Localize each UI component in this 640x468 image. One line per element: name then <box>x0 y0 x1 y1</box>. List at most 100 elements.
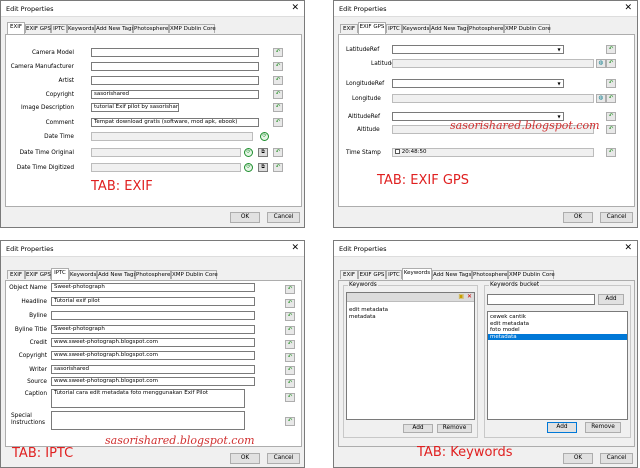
object-name-field[interactable]: Sweet-photograph <box>51 283 255 292</box>
reset-icon[interactable]: ↶ <box>606 112 616 121</box>
reset-icon[interactable]: ↶ <box>285 285 295 294</box>
tab-add-new-tags[interactable]: Add New Tags <box>432 270 472 279</box>
tab-iptc[interactable]: IPTC <box>51 268 69 280</box>
tab-exif-gps[interactable]: EXIF GPS <box>358 22 386 34</box>
tab-exif[interactable]: EXIF <box>340 24 358 33</box>
refresh-icon[interactable]: ⟳ <box>260 132 269 141</box>
close-icon[interactable]: ✕ <box>291 243 299 253</box>
tab-add-new-tags[interactable]: Add New Tags <box>430 24 469 33</box>
tab-exif-gps[interactable]: EXIF GPS <box>358 270 386 279</box>
reset-icon[interactable]: ↶ <box>606 79 616 88</box>
tab-exif-gps[interactable]: EXIF GPS <box>25 270 51 279</box>
tab-iptc[interactable]: IPTC <box>51 24 67 33</box>
credit-field[interactable]: www.sweet-photograph.blogspot.com <box>51 338 255 347</box>
tab-add-new-tags[interactable]: Add New Tags <box>95 24 134 33</box>
reset-icon[interactable]: ↶ <box>606 59 616 68</box>
date-time-field[interactable] <box>91 132 253 141</box>
tab-exif-gps[interactable]: EXIF GPS <box>25 24 51 33</box>
add-keyword-button[interactable]: Add <box>403 424 433 433</box>
reset-icon[interactable]: ↶ <box>273 48 283 57</box>
reset-icon[interactable]: ↶ <box>273 62 283 71</box>
tab-keywords[interactable]: Keywords <box>67 24 95 33</box>
tab-photosphere[interactable]: Photosphere <box>468 24 504 33</box>
reset-icon[interactable]: ↶ <box>285 366 295 375</box>
reset-icon[interactable]: ↶ <box>285 353 295 362</box>
reset-icon[interactable]: ↶ <box>273 90 283 99</box>
reset-icon[interactable]: ↶ <box>273 76 283 85</box>
copy-icon[interactable]: ⧉ <box>258 148 268 157</box>
reset-icon[interactable]: ↶ <box>273 163 283 172</box>
latitude-ref-select[interactable]: ▼ <box>392 45 564 54</box>
close-icon[interactable]: ✕ <box>624 243 632 253</box>
longitude-field[interactable] <box>392 94 594 103</box>
image-description-field[interactable]: tutorial Exif pilot by sasorishared <box>91 103 179 112</box>
date-time-original-field[interactable] <box>91 148 241 157</box>
artist-field[interactable] <box>91 76 259 85</box>
tab-xmp-dublin-core[interactable]: XMP Dublin Core <box>508 270 555 279</box>
globe-icon[interactable]: ◍ <box>596 59 606 68</box>
tab-keywords[interactable]: Keywords <box>402 24 430 33</box>
add-button[interactable]: Add <box>547 422 577 433</box>
reset-icon[interactable]: ↶ <box>285 340 295 349</box>
reset-icon[interactable]: ↶ <box>273 103 283 112</box>
tab-keywords[interactable]: Keywords <box>69 270 97 279</box>
camera-manufacturer-field[interactable] <box>91 62 259 71</box>
tab-exif[interactable]: EXIF <box>7 22 25 34</box>
copyright-field[interactable]: www.sweet-photograph.blogspot.com <box>51 351 255 360</box>
refresh-icon[interactable]: ⟳ <box>244 163 253 172</box>
byline-field[interactable] <box>51 311 255 320</box>
ok-button[interactable]: OK <box>563 212 593 223</box>
remove-button[interactable]: Remove <box>585 422 621 433</box>
tab-photosphere[interactable]: Photosphere <box>135 270 171 279</box>
tab-iptc[interactable]: IPTC <box>386 24 402 33</box>
time-stamp-checkbox[interactable] <box>395 149 400 154</box>
refresh-icon[interactable]: ⟳ <box>244 148 253 157</box>
copy-icon[interactable]: ⧉ <box>258 163 268 172</box>
cancel-button[interactable]: Cancel <box>600 453 633 464</box>
add-bucket-button[interactable]: Add <box>598 294 624 305</box>
cancel-button[interactable]: Cancel <box>267 212 300 223</box>
reset-icon[interactable]: ↶ <box>273 148 283 157</box>
reset-icon[interactable]: ↶ <box>285 326 295 335</box>
camera-model-field[interactable] <box>91 48 259 57</box>
tab-add-new-tags[interactable]: Add New Tags <box>97 270 136 279</box>
headline-field[interactable]: Tutorial exif pilot <box>51 297 255 306</box>
tab-xmp-dublin-core[interactable]: XMP Dublin Core <box>171 270 218 279</box>
longitude-ref-select[interactable]: ▼ <box>392 79 564 88</box>
reset-icon[interactable]: ↶ <box>606 148 616 157</box>
reset-icon[interactable]: ↶ <box>285 379 295 388</box>
copyright-field[interactable]: sasorishared <box>91 90 259 99</box>
writer-field[interactable]: sasorishared <box>51 365 255 374</box>
ok-button[interactable]: OK <box>230 212 260 223</box>
latitude-field[interactable] <box>392 59 594 68</box>
ok-button[interactable]: OK <box>563 453 593 464</box>
time-stamp-field[interactable]: 20:48:50 <box>392 148 594 157</box>
reset-icon[interactable]: ↶ <box>273 118 283 127</box>
tab-exif[interactable]: EXIF <box>340 270 358 279</box>
reset-icon[interactable]: ↶ <box>285 312 295 321</box>
remove-keyword-button[interactable]: Remove <box>437 424 472 433</box>
reset-icon[interactable]: ↶ <box>285 393 295 402</box>
reset-icon[interactable]: ↶ <box>606 45 616 54</box>
caption-field[interactable]: Tutorial cara edit metadata foto menggun… <box>51 389 245 408</box>
tab-xmp-dublin-core[interactable]: XMP Dublin Core <box>504 24 551 33</box>
source-field[interactable]: www.sweet-photograph.blogspot.com <box>51 377 255 386</box>
keywords-bucket-list[interactable]: cewek cantik edit metadata foto model me… <box>487 311 628 420</box>
cancel-button[interactable]: Cancel <box>267 453 300 464</box>
special-instructions-field[interactable] <box>51 411 245 430</box>
reset-icon[interactable]: ↶ <box>606 125 616 134</box>
tab-photosphere[interactable]: Photosphere <box>472 270 508 279</box>
list-item[interactable]: metadata <box>347 314 474 321</box>
ok-button[interactable]: OK <box>230 453 260 464</box>
tab-exif[interactable]: EXIF <box>7 270 25 279</box>
tab-xmp-dublin-core[interactable]: XMP Dublin Core <box>169 24 216 33</box>
close-icon[interactable]: ✕ <box>291 3 299 13</box>
tab-photosphere[interactable]: Photosphere <box>133 24 169 33</box>
reset-icon[interactable]: ↶ <box>285 417 295 426</box>
close-icon[interactable]: ✕ <box>467 293 472 301</box>
byline-title-field[interactable]: Sweet-photograph <box>51 325 255 334</box>
reset-icon[interactable]: ↶ <box>285 299 295 308</box>
reset-icon[interactable]: ↶ <box>606 94 616 103</box>
comment-field[interactable]: Tempat download gratis (software, mod ap… <box>91 118 259 127</box>
list-item-selected[interactable]: metadata <box>488 333 627 340</box>
